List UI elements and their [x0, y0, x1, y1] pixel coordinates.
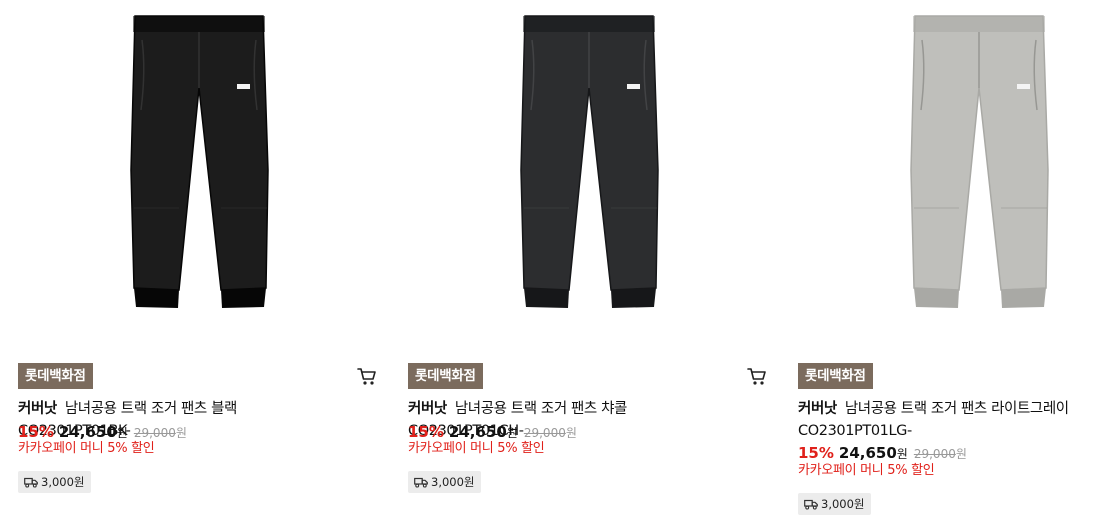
product-image[interactable]: [408, 0, 768, 340]
discount-rate: 15%: [798, 444, 834, 462]
promo-text: 카카오페이 머니 5% 할인: [408, 441, 545, 456]
product-card[interactable]: 롯데백화점 커버낫 남녀공용 트랙 조거 팬츠 챠콜 CO2301PT01CH- …: [408, 0, 768, 518]
product-image[interactable]: [18, 0, 378, 340]
store-badge: 롯데백화점: [408, 363, 483, 389]
original-price: 29,000: [913, 447, 956, 461]
brand-name: 커버낫: [798, 401, 837, 417]
shipping-fee: 3,000원: [821, 497, 865, 511]
sale-price: 24,650: [838, 444, 897, 462]
truck-icon: [414, 477, 428, 488]
product-title: 남녀공용 트랙 조거 팬츠 라이트그레이 CO2301PT01LG-: [798, 401, 1069, 439]
product-grid: 롯데백화점 커버낫 남녀공용 트랙 조거 팬츠 블랙 CO2301PT01BK- …: [0, 0, 1117, 518]
product-name[interactable]: 커버낫 남녀공용 트랙 조거 팬츠 라이트그레이 CO2301PT01LG-: [798, 398, 1103, 442]
currency-unit: 원: [896, 447, 908, 461]
store-row: 롯데백화점: [798, 363, 1117, 389]
cart-icon[interactable]: [356, 365, 378, 387]
shipping-fee-chip: 3,000원: [798, 493, 871, 515]
cart-icon[interactable]: [746, 365, 768, 387]
original-currency-unit: 원: [565, 426, 577, 440]
promo-text: 카카오페이 머니 5% 할인: [18, 441, 155, 456]
original-price: 29,000: [523, 426, 566, 440]
currency-unit: 원: [506, 426, 518, 440]
brand-name: 커버낫: [18, 401, 57, 417]
store-badge: 롯데백화점: [798, 363, 873, 389]
original-currency-unit: 원: [955, 447, 967, 461]
store-row: 롯데백화점: [408, 363, 768, 389]
shipping-fee-chip: 3,000원: [18, 471, 91, 493]
shipping-fee: 3,000원: [431, 475, 475, 489]
product-image[interactable]: [798, 0, 1117, 340]
shipping-fee-chip: 3,000원: [408, 471, 481, 493]
product-card[interactable]: 롯데백화점 커버낫 남녀공용 트랙 조거 팬츠 라이트그레이 CO2301PT01…: [798, 0, 1117, 518]
store-row: 롯데백화점: [18, 363, 378, 389]
product-card[interactable]: 롯데백화점 커버낫 남녀공용 트랙 조거 팬츠 블랙 CO2301PT01BK- …: [18, 0, 378, 518]
currency-unit: 원: [116, 426, 128, 440]
shipping-fee: 3,000원: [41, 475, 85, 489]
original-price: 29,000: [133, 426, 176, 440]
truck-icon: [804, 499, 818, 510]
brand-name: 커버낫: [408, 401, 447, 417]
truck-icon: [24, 477, 38, 488]
original-currency-unit: 원: [175, 426, 187, 440]
promo-text: 카카오페이 머니 5% 할인: [798, 463, 935, 478]
store-badge: 롯데백화점: [18, 363, 93, 389]
